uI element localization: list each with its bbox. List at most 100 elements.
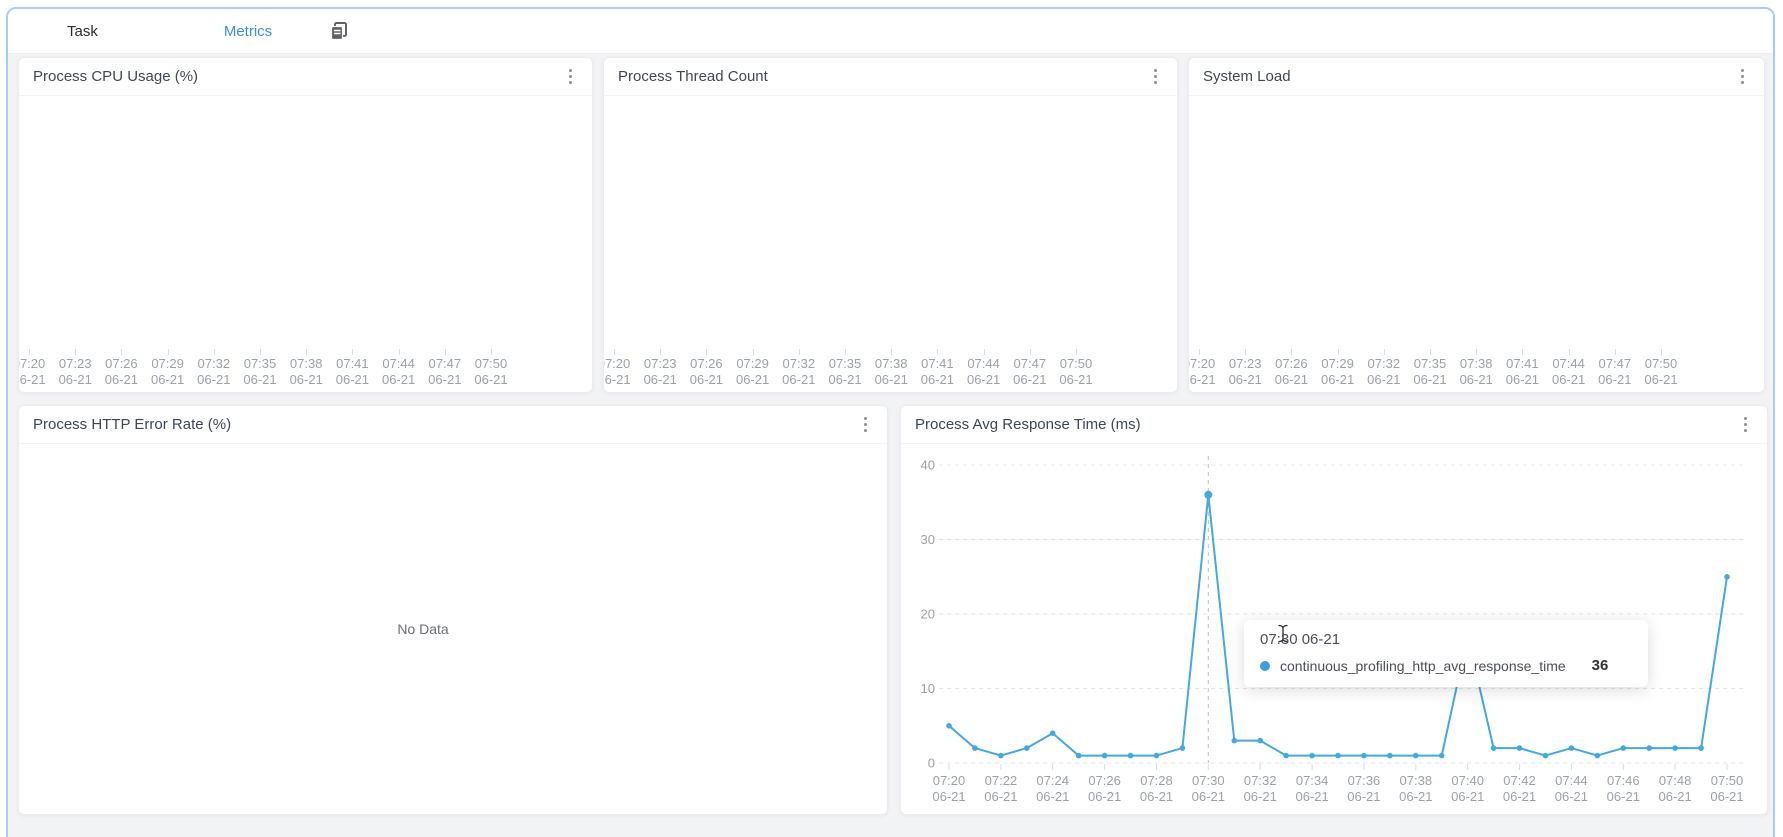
- document-copy-icon[interactable]: [325, 18, 352, 45]
- panel-header: Process HTTP Error Rate (%): [19, 406, 887, 444]
- axis-label: 07:4706-21: [1598, 356, 1631, 388]
- response-time-chart-area[interactable]: 01020304007:2006-2107:2206-2107:2406-210…: [901, 444, 1767, 814]
- axis-label: 07:4706-21: [1013, 356, 1046, 388]
- axis-tick: [29, 349, 30, 355]
- empty-chart-area[interactable]: 07:2006-2107:2306-2107:2606-2107:2906-21…: [1189, 96, 1764, 392]
- axis-tick: [799, 349, 800, 355]
- panel-header: System Load: [1189, 58, 1764, 96]
- axis-label: 07:3206-21: [782, 356, 815, 388]
- svg-text:07:38: 07:38: [1400, 773, 1433, 788]
- svg-text:06-21: 06-21: [1347, 789, 1380, 804]
- axis-tick: [614, 349, 615, 355]
- axis-label: 07:2906-21: [736, 356, 769, 388]
- svg-text:07:32: 07:32: [1244, 773, 1277, 788]
- tab-metrics[interactable]: Metrics: [224, 23, 272, 40]
- tooltip-series-row: continuous_profiling_http_avg_response_t…: [1260, 657, 1632, 674]
- axis-label: 07:2306-21: [59, 356, 92, 388]
- tab-task[interactable]: Task: [67, 23, 98, 40]
- tooltip-series-name: continuous_profiling_http_avg_response_t…: [1280, 658, 1566, 674]
- axis-label: 07:3506-21: [828, 356, 861, 388]
- svg-text:30: 30: [921, 532, 935, 547]
- svg-text:06-21: 06-21: [1036, 789, 1069, 804]
- panel-menu-kebab-icon[interactable]: [1148, 65, 1163, 88]
- svg-text:10: 10: [921, 681, 935, 696]
- panel-title: Process HTTP Error Rate (%): [33, 416, 231, 433]
- panel-title: Process Thread Count: [618, 68, 768, 85]
- axis-tick: [1569, 349, 1570, 355]
- axis-label: 07:5006-21: [474, 356, 507, 388]
- axis-tick: [1199, 349, 1200, 355]
- chart-tooltip: 07:30 06-21 continuous_profiling_http_av…: [1244, 620, 1648, 687]
- axis-tick: [1615, 349, 1616, 355]
- svg-text:06-21: 06-21: [1710, 789, 1743, 804]
- svg-text:07:24: 07:24: [1036, 773, 1069, 788]
- axis-tick: [491, 349, 492, 355]
- svg-text:07:40: 07:40: [1451, 773, 1484, 788]
- axis-tick: [845, 349, 846, 355]
- axis-label: 07:4106-21: [336, 356, 369, 388]
- axis-label: 07:2906-21: [1321, 356, 1354, 388]
- svg-text:06-21: 06-21: [1140, 789, 1173, 804]
- panel-process-http-error-rate: Process HTTP Error Rate (%) No Data: [18, 405, 888, 815]
- axis-tick: [984, 349, 985, 355]
- axis-label: 07:3506-21: [243, 356, 276, 388]
- svg-text:0: 0: [928, 756, 935, 771]
- axis-tick: [1476, 349, 1477, 355]
- axis-tick: [1522, 349, 1523, 355]
- axis-label: 07:2606-21: [1275, 356, 1308, 388]
- svg-text:06-21: 06-21: [1658, 789, 1691, 804]
- svg-text:40: 40: [921, 458, 935, 473]
- axis-tick: [753, 349, 754, 355]
- axis-tick: [1245, 349, 1246, 355]
- axis-tick: [75, 349, 76, 355]
- svg-text:07:26: 07:26: [1088, 773, 1121, 788]
- empty-chart-area[interactable]: No Data: [19, 444, 887, 814]
- axis-tick: [306, 349, 307, 355]
- axis-label: 07:2606-21: [105, 356, 138, 388]
- metrics-view-container: Task Metrics Process CPU Usage (%) 07:20…: [6, 7, 1775, 837]
- no-data-text: No Data: [19, 444, 827, 814]
- axis-tick: [1430, 349, 1431, 355]
- axis-tick: [214, 349, 215, 355]
- svg-text:06-21: 06-21: [1244, 789, 1277, 804]
- axis-label: 07:4706-21: [428, 356, 461, 388]
- panel-title: Process CPU Usage (%): [33, 68, 198, 85]
- svg-text:07:50: 07:50: [1711, 773, 1744, 788]
- axis-tick: [121, 349, 122, 355]
- svg-text:06-21: 06-21: [1295, 789, 1328, 804]
- panel-process-avg-response-time: Process Avg Response Time (ms) 010203040…: [900, 405, 1768, 815]
- axis-label: 07:5006-21: [1059, 356, 1092, 388]
- axis-label: 07:3206-21: [197, 356, 230, 388]
- empty-chart-area[interactable]: 07:2006-2107:2306-2107:2606-2107:2906-21…: [19, 96, 592, 392]
- axis-tick: [1030, 349, 1031, 355]
- axis-tick: [260, 349, 261, 355]
- svg-text:06-21: 06-21: [1399, 789, 1432, 804]
- svg-text:06-21: 06-21: [1607, 789, 1640, 804]
- empty-chart-area[interactable]: 07:2006-2107:2306-2107:2606-2107:2906-21…: [604, 96, 1177, 392]
- panel-menu-kebab-icon[interactable]: [858, 413, 873, 436]
- panel-header: Process Avg Response Time (ms): [901, 406, 1767, 444]
- axis-label: 07:4106-21: [921, 356, 954, 388]
- panel-menu-kebab-icon[interactable]: [1738, 413, 1753, 436]
- axis-label: 07:3806-21: [290, 356, 323, 388]
- axis-tick: [706, 349, 707, 355]
- tooltip-series-value: 36: [1592, 657, 1609, 674]
- svg-text:07:34: 07:34: [1296, 773, 1329, 788]
- series-dot-icon: [1260, 661, 1270, 671]
- svg-text:07:22: 07:22: [985, 773, 1018, 788]
- panel-menu-kebab-icon[interactable]: [1735, 65, 1750, 88]
- axis-label: 07:4106-21: [1506, 356, 1539, 388]
- text-cursor-icon: [1277, 624, 1289, 648]
- panel-header: Process Thread Count: [604, 58, 1177, 96]
- panel-title: System Load: [1203, 68, 1291, 85]
- panel-process-cpu-usage: Process CPU Usage (%) 07:2006-2107:2306-…: [18, 57, 593, 393]
- panel-menu-kebab-icon[interactable]: [563, 65, 578, 88]
- axis-label: 07:4406-21: [967, 356, 1000, 388]
- svg-text:06-21: 06-21: [1503, 789, 1536, 804]
- svg-text:06-21: 06-21: [932, 789, 965, 804]
- svg-text:07:36: 07:36: [1348, 773, 1381, 788]
- tab-bar: Task Metrics: [8, 9, 1773, 54]
- panel-process-thread-count: Process Thread Count 07:2006-2107:2306-2…: [603, 57, 1178, 393]
- axis-tick: [445, 349, 446, 355]
- axis-label: 07:4406-21: [1552, 356, 1585, 388]
